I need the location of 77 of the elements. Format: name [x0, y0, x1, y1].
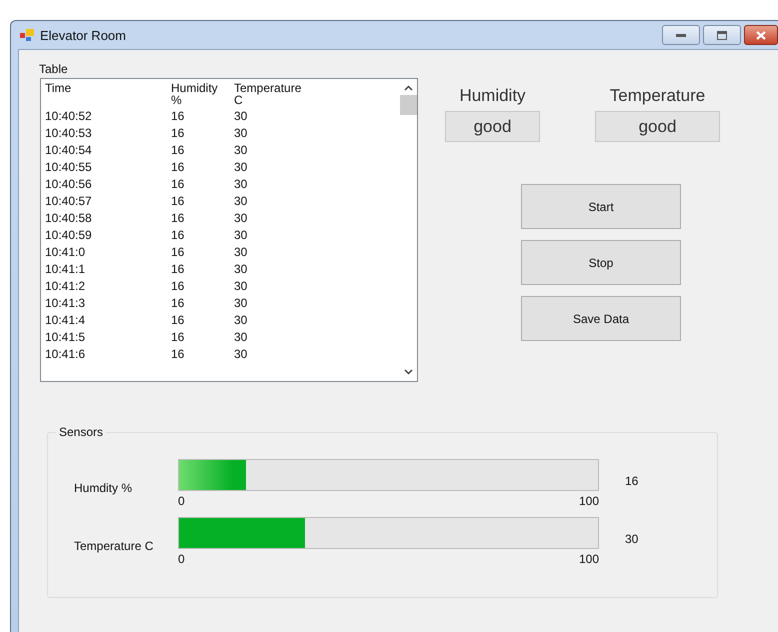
status-value: good [445, 111, 540, 142]
table-label: Table [39, 62, 69, 76]
column-header: Temperature C [234, 82, 302, 108]
table-cell-text: 16 [171, 159, 186, 176]
maximize-button[interactable] [703, 25, 741, 45]
column-header: Time [45, 82, 72, 97]
table-cell-text: 30 [234, 142, 248, 159]
table-cell-text: 30 [234, 227, 248, 244]
table-cell-text: 16 [171, 125, 186, 142]
status-label: Temperature [610, 86, 706, 106]
table-cell-text: 10:40:58 [45, 210, 93, 227]
table-cell-text: 10:40:55 [45, 159, 93, 176]
table-cell-text: 30 [234, 108, 248, 125]
scale-min: 0 [178, 552, 185, 566]
group-title: Sensors [56, 425, 106, 439]
window-title: Elevator Room [40, 28, 126, 42]
close-button[interactable] [744, 25, 778, 45]
table-cell-text: 16 [171, 227, 186, 244]
table-cell-text: 10:41:4 [45, 312, 86, 329]
table-cell-text: 16 [171, 312, 186, 329]
maximize-icon [717, 30, 727, 40]
table-cell-text: 10:40:56 [45, 176, 93, 193]
table-cell-text: 30 [234, 295, 248, 312]
table-cell-text: 10:40:53 [45, 125, 93, 142]
table-cell-text: 30 [234, 278, 248, 295]
table-cell-text: 16 [171, 329, 186, 346]
scale-min: 0 [178, 494, 185, 508]
scale-max: 100 [578, 552, 599, 566]
table-cell-text: 10:40:57 [45, 193, 93, 210]
table-cell-text: 16 [171, 261, 186, 278]
table-cell-text: 30 [234, 176, 248, 193]
table-cell-text: 16 [171, 346, 186, 363]
table-cell-text: 10:41:2 [45, 278, 86, 295]
table-cell-text: 30 [234, 312, 248, 329]
scroll-up-icon[interactable] [404, 85, 413, 91]
table-cell-text: 10:41:1 [45, 261, 86, 278]
table-cell-text: 16 [171, 210, 186, 227]
table-cell-text: 16 [171, 295, 186, 312]
table-cell-text: 10:41:5 [45, 329, 86, 346]
table-cell-text: 16 [171, 176, 186, 193]
action-button[interactable]: Stop [521, 240, 681, 285]
table-cell-text: 16 [171, 278, 186, 295]
data-list[interactable] [40, 78, 418, 382]
table-cell-text: 30 [234, 159, 248, 176]
meter-reading: 30 [625, 532, 638, 546]
status-label: Humidity [459, 86, 526, 106]
table-cell-text: 30 [234, 329, 248, 346]
table-cell-text: 10:40:52 [45, 108, 93, 125]
app-icon [20, 29, 34, 41]
table-cell-text: 10:40:59 [45, 227, 93, 244]
meter-label: Temperature C [73, 539, 154, 553]
table-cell-text: 16 [171, 193, 186, 210]
scroll-down-icon[interactable] [404, 369, 413, 375]
table-cell-text: 30 [234, 261, 248, 278]
table-cell-text: 30 [234, 244, 248, 261]
table-cell-text: 30 [234, 125, 248, 142]
meter-label: Humdity % [73, 481, 134, 495]
table-cell-text: 30 [234, 210, 248, 227]
table-cell-text: 16 [171, 244, 186, 261]
scroll-thumb[interactable] [400, 95, 417, 115]
table-cell-text: 30 [234, 193, 248, 210]
table-cell-text: 10:41:3 [45, 295, 86, 312]
action-button[interactable]: Start [521, 184, 681, 229]
meter-reading: 16 [625, 474, 638, 488]
scale-max: 100 [578, 494, 599, 508]
minimize-icon [676, 33, 686, 37]
table-cell-text: 10:41:6 [45, 346, 86, 363]
table-cell-text: 30 [234, 346, 248, 363]
status-value: good [595, 111, 720, 142]
action-button[interactable]: Save Data [521, 296, 681, 341]
table-cell-text: 16 [171, 142, 186, 159]
minimize-button[interactable] [662, 25, 700, 45]
close-icon [756, 30, 766, 40]
table-cell-text: 10:40:54 [45, 142, 93, 159]
table-cell-text: 16 [171, 108, 186, 125]
column-header: Humidity % [171, 82, 219, 108]
table-cell-text: 10:41:0 [45, 244, 86, 261]
